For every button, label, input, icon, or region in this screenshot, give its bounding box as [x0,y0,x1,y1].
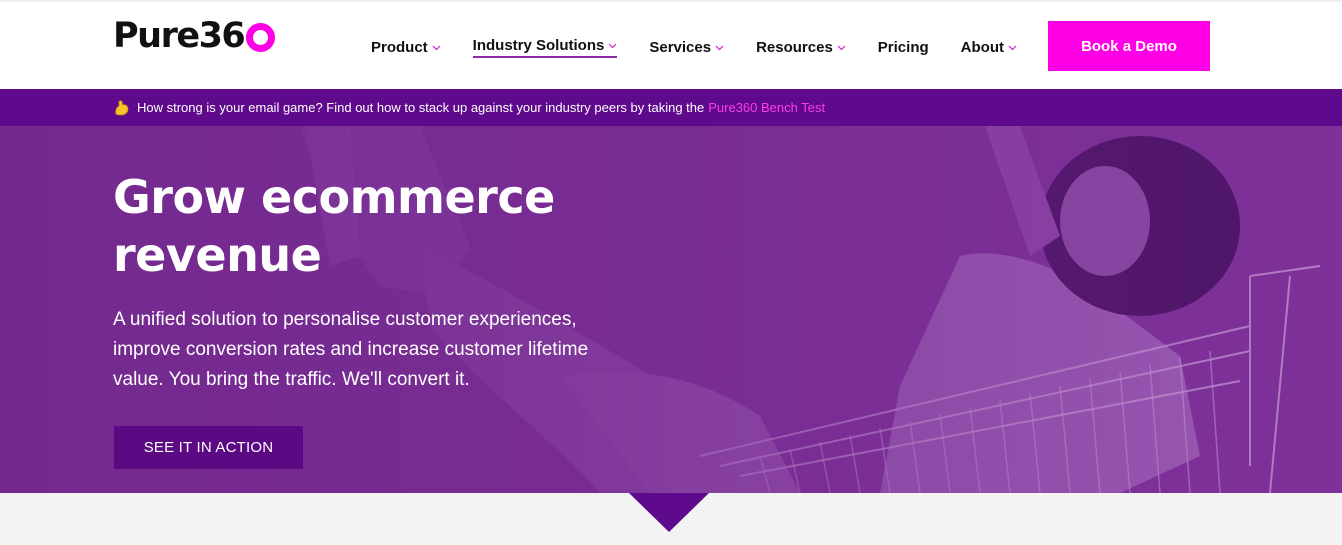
nav-item-pricing[interactable]: Pricing [878,36,929,58]
chevron-down-icon [715,43,724,52]
hero-title: Grow ecommerce revenue [113,170,555,282]
book-demo-button[interactable]: Book a Demo [1048,21,1210,71]
nav-label: Industry Solutions [472,37,605,54]
pure360-logo[interactable]: Pure36 [113,16,276,56]
nav-label: Product [371,38,428,56]
nav-item-about[interactable]: About [961,36,1017,58]
nav-label: Resources [756,38,833,56]
site-header: Pure36 Product Industry Solutions Servic… [0,0,1342,89]
nav-label: Services [649,38,712,56]
bench-test-link[interactable]: Pure360 Bench Test [708,100,825,115]
banner-content: How strong is your email game? Find out … [113,99,825,117]
logo-wordmark: Pure36 [113,16,246,56]
nav-item-resources[interactable]: Resources [756,36,846,58]
see-it-in-action-button[interactable]: SEE IT IN ACTION [114,426,303,469]
logo-ring-icon [246,23,276,52]
hero-section: Grow ecommerce revenue A unified solutio… [0,126,1342,493]
nav-label: Pricing [877,38,929,56]
section-down-pointer [629,493,709,532]
nav-item-industry-solutions[interactable]: Industry Solutions [472,36,618,58]
chevron-down-icon [608,41,617,50]
banner-text: How strong is your email game? Find out … [137,100,705,115]
announcement-banner: How strong is your email game? Find out … [0,89,1342,126]
flexed-biceps-icon [113,99,131,117]
chevron-down-icon [1008,43,1017,52]
chevron-down-icon [432,43,441,52]
nav-item-services[interactable]: Services [649,36,724,58]
hero-subtitle: A unified solution to personalise custom… [113,309,589,390]
main-nav: Product Industry Solutions Services Reso… [371,36,1017,58]
chevron-down-icon [837,43,846,52]
nav-item-product[interactable]: Product [371,36,441,58]
nav-label: About [960,38,1004,56]
